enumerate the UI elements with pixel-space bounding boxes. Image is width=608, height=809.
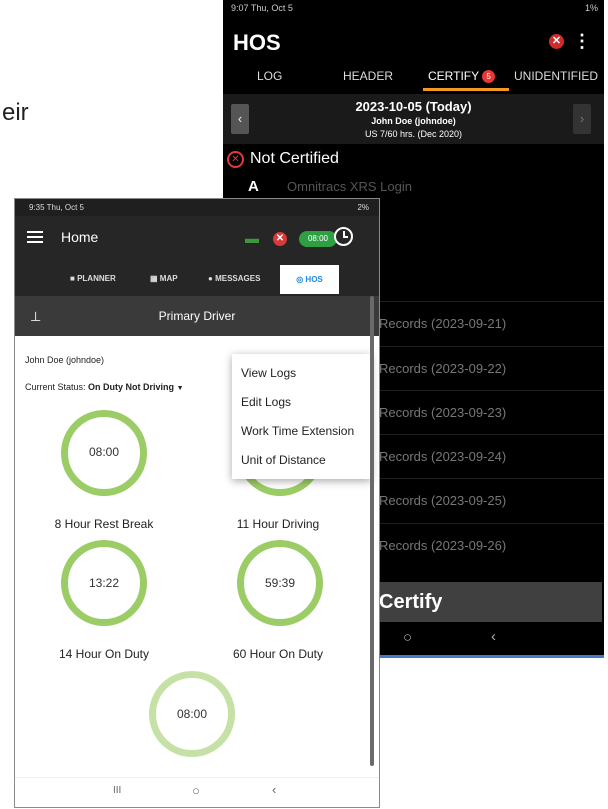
home-nav-icon[interactable]: ○	[192, 783, 200, 798]
truck-icon[interactable]: ▬	[245, 230, 259, 246]
log-date: 2023-10-05 (Today)	[355, 99, 472, 114]
status-bar-battery: 1%	[584, 3, 598, 13]
menu-item-edit-logs[interactable]: Edit Logs	[241, 395, 291, 409]
menu-item-view-logs[interactable]: View Logs	[241, 366, 296, 380]
list-item[interactable]: Records (2023-09-26)	[373, 523, 604, 568]
login-event: Omnitracs XRS Login	[287, 179, 412, 194]
list-item[interactable]: Records (2023-09-24)	[373, 434, 604, 479]
status-value: On Duty Not Driving	[88, 382, 175, 392]
back-nav-icon[interactable]: ‹	[272, 782, 276, 797]
home-nav-icon[interactable]: ○	[403, 629, 412, 646]
app-title: Home	[61, 229, 99, 245]
back-nav-icon[interactable]: ‹	[491, 628, 496, 645]
current-status[interactable]: Current Status: On Duty Not Driving ▼	[25, 382, 184, 392]
tab-hos-label: HOS	[305, 275, 323, 284]
list-item[interactable]: Records (2023-09-22)	[373, 346, 604, 391]
tab-planner[interactable]: ■ PLANNER	[70, 274, 116, 283]
menu-item-work-time-extension[interactable]: Work Time Extension	[241, 424, 354, 438]
hos-timer-pill[interactable]: 08:00	[299, 231, 337, 247]
status-bar-battery: 2%	[357, 203, 369, 212]
system-nav-bar: ○ ‹	[373, 625, 604, 653]
list-item[interactable]: Records (2023-09-23)	[373, 390, 604, 435]
gauge-label: 8 Hour Rest Break	[54, 517, 154, 531]
tab-certify-label: CERTIFY	[428, 69, 480, 83]
status-bar-time: 9:07 Thu, Oct 5	[231, 3, 293, 13]
gauge-label: 14 Hour On Duty	[58, 647, 150, 661]
certify-count-badge: 5	[482, 70, 496, 83]
gauge-label: 11 Hour Driving	[236, 517, 320, 531]
status-label: Current Status:	[25, 382, 86, 392]
tab-unidentified[interactable]: UNIDENTIFIED	[514, 69, 598, 83]
tab-hos[interactable]: ◎ HOS	[280, 265, 339, 294]
status-bar-time: 9:35 Thu, Oct 5	[29, 203, 84, 212]
home-screen: 9:35 Thu, Oct 5 2% Home ▬ ✕ 08:00 ■ PLAN…	[14, 198, 380, 808]
background-text: eir	[2, 99, 29, 126]
certify-button[interactable]: Certify	[373, 582, 602, 622]
gauge-label: 60 Hour On Duty	[232, 647, 324, 661]
more-options-icon[interactable]: ⋮	[573, 31, 591, 52]
options-menu: View Logs Edit Logs Work Time Extension …	[232, 354, 371, 479]
driver-name: John Doe (johndoe)	[25, 355, 105, 365]
hos-tab-bar: LOG HEADER CERTIFY 5 UNIDENTIFIED	[223, 64, 604, 91]
tab-certify[interactable]: CERTIFY 5	[428, 69, 496, 83]
hamburger-menu-icon[interactable]	[27, 231, 43, 243]
menu-item-unit-of-distance[interactable]: Unit of Distance	[241, 453, 326, 467]
scrollbar[interactable]	[370, 296, 374, 766]
gauge-value: 59:39	[264, 576, 296, 590]
gauge-value: 13:22	[88, 576, 120, 590]
clock-icon[interactable]	[334, 227, 353, 246]
tab-map[interactable]: ▦ MAP	[150, 274, 178, 283]
certification-status: Not Certified	[250, 150, 339, 167]
hos-rule: US 7/60 hrs. (Dec 2020)	[364, 129, 463, 139]
map-icon: ▦	[150, 274, 160, 283]
tab-header[interactable]: HEADER	[343, 69, 393, 83]
list-item[interactable]: Records (2023-09-25)	[373, 478, 604, 523]
list-item[interactable]: Records (2023-09-21)	[373, 301, 604, 346]
close-icon[interactable]: ✕	[549, 34, 564, 49]
active-tab-indicator	[423, 88, 509, 91]
chat-icon: ●	[208, 274, 216, 283]
tab-map-label: MAP	[159, 274, 178, 283]
gauge-value: 08:00	[88, 445, 120, 459]
page-title: HOS	[233, 30, 281, 55]
system-nav-bar: III ○ ‹	[15, 777, 379, 807]
tab-messages-label: MESSAGES	[215, 274, 261, 283]
avatar-letter: A	[248, 178, 259, 195]
chevron-down-icon: ▼	[176, 385, 184, 392]
not-certified-icon: ✕	[227, 151, 244, 168]
driver-name: John Doe (johndoe)	[371, 116, 456, 126]
tab-planner-label: PLANNER	[77, 274, 116, 283]
primary-driver-label: Primary Driver	[158, 309, 236, 323]
tab-log[interactable]: LOG	[257, 69, 282, 83]
gauge-value: 08:00	[176, 707, 208, 721]
tab-messages[interactable]: ● MESSAGES	[208, 274, 260, 283]
close-icon[interactable]: ✕	[273, 232, 287, 246]
recents-nav-icon[interactable]: III	[113, 785, 121, 796]
truck-icon: ■	[70, 274, 78, 283]
